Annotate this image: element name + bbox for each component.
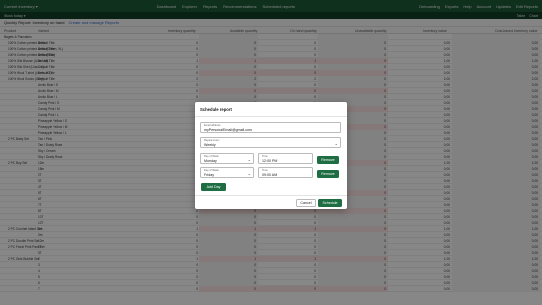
day-of-week-select-2[interactable]: Day of Week Friday ⌄ [200, 167, 254, 178]
time-label-2: Time [262, 169, 268, 172]
time-value-1: 12:00 PM [262, 159, 278, 163]
email-value: myPersonalEmail@gmail.com [204, 128, 252, 132]
add-day-button[interactable]: Add Day [201, 183, 226, 191]
modal-divider [195, 195, 347, 196]
day-label-1: Day of Week [204, 155, 219, 158]
day-of-week-select-1[interactable]: Day of Week Monday ⌄ [200, 153, 254, 164]
modal-title: Schedule report [200, 107, 232, 112]
email-label: Email address [204, 124, 221, 127]
day-label-2: Day of Week [204, 169, 219, 172]
repeat-label: Repeat every [204, 139, 220, 142]
schedule-button[interactable]: Schedule [318, 199, 342, 207]
remove-day-button-2[interactable]: Remove [317, 170, 339, 178]
modal-divider [195, 116, 347, 117]
time-field-1[interactable]: Time 12:00 PM [258, 153, 313, 164]
time-value-2: 09:00 AM [262, 173, 278, 177]
cancel-button[interactable]: Cancel [296, 199, 316, 207]
chevron-down-icon: ⌄ [334, 141, 338, 146]
chevron-down-icon: ⌄ [247, 171, 251, 176]
time-label-1: Time [262, 155, 268, 158]
schedule-report-modal: Schedule report Email address myPersonal… [195, 102, 347, 209]
day-value-2: Friday [204, 173, 214, 177]
repeat-value: Weekly [204, 143, 216, 147]
time-field-2[interactable]: Time 09:00 AM [258, 167, 313, 178]
remove-day-button-1[interactable]: Remove [317, 156, 339, 164]
email-field[interactable]: Email address myPersonalEmail@gmail.com [200, 122, 341, 133]
chevron-down-icon: ⌄ [247, 157, 251, 162]
day-value-1: Monday [204, 159, 217, 163]
repeat-select[interactable]: Repeat every Weekly ⌄ [200, 137, 341, 148]
